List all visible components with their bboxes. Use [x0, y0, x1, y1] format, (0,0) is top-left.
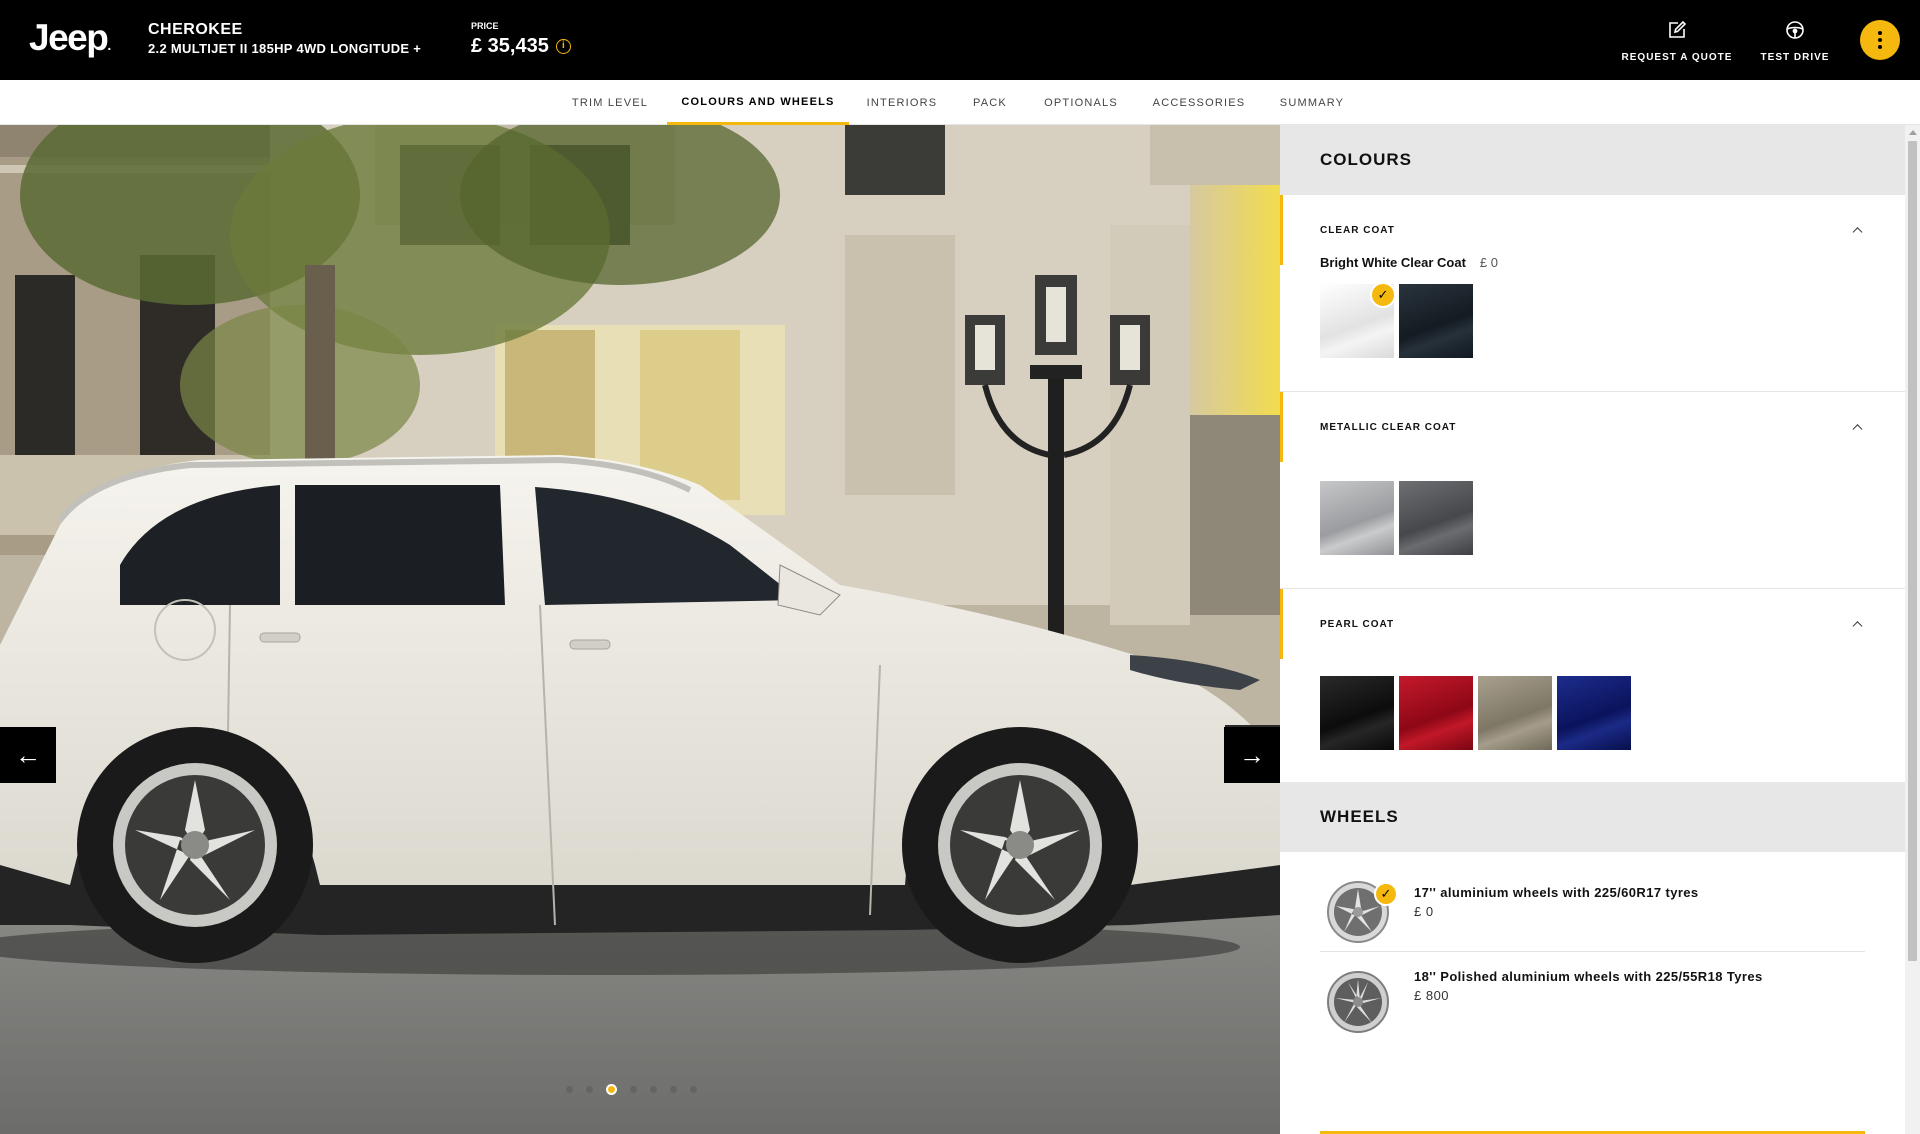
- configurator-tabs: TRIM LEVEL COLOURS AND WHEELS INTERIORS …: [0, 80, 1920, 125]
- colour-swatch[interactable]: [1399, 481, 1473, 555]
- group-title: METALLIC CLEAR COAT: [1320, 421, 1457, 433]
- wheel-thumbnail: [1327, 971, 1389, 1033]
- panel-scrollbar[interactable]: [1905, 125, 1920, 1134]
- vehicle-info: CHEROKEE 2.2 MULTIJET II 185HP 4WD LONGI…: [148, 20, 421, 57]
- steering-wheel-icon: [1785, 20, 1805, 45]
- scroll-up-icon[interactable]: [1909, 130, 1917, 135]
- gallery-dot[interactable]: [670, 1086, 677, 1093]
- request-quote-button[interactable]: REQUEST A QUOTE: [1620, 20, 1734, 64]
- logo-text: Jeep: [29, 17, 109, 58]
- wheels-section-title: WHEELS: [1280, 782, 1905, 852]
- price-label: PRICE: [471, 21, 499, 31]
- wheel-price: £ 0: [1414, 904, 1434, 919]
- tab-interiors[interactable]: INTERIORS: [860, 80, 944, 125]
- colours-section-title: COLOURS: [1280, 125, 1905, 195]
- kebab-menu-icon[interactable]: [1860, 20, 1900, 60]
- tab-pack[interactable]: PACK: [962, 80, 1018, 125]
- tab-accessories[interactable]: ACCESSORIES: [1149, 80, 1249, 125]
- colour-swatch[interactable]: [1478, 676, 1552, 750]
- tab-summary[interactable]: SUMMARY: [1272, 80, 1352, 125]
- arrow-left-icon[interactable]: ←: [0, 727, 56, 783]
- info-icon[interactable]: i: [555, 38, 571, 54]
- wheel-option[interactable]: ✓ 17'' aluminium wheels with 225/60R17 t…: [1320, 852, 1865, 952]
- colour-swatch[interactable]: [1399, 284, 1473, 358]
- price-block: PRICE £ 35,435 i: [471, 21, 571, 57]
- tab-colours-and-wheels[interactable]: COLOURS AND WHEELS: [667, 80, 849, 125]
- edit-icon: [1667, 20, 1687, 45]
- clear-coat-toggle[interactable]: CLEAR COAT: [1280, 195, 1905, 265]
- vehicle-photo: [0, 125, 1280, 1134]
- arrow-right-icon[interactable]: →: [1224, 727, 1280, 783]
- tab-optionals[interactable]: OPTIONALS: [1038, 80, 1124, 125]
- gallery-dot[interactable]: [690, 1086, 697, 1093]
- chevron-up-icon: [1852, 621, 1863, 632]
- colour-swatch[interactable]: [1557, 676, 1631, 750]
- vehicle-name: CHEROKEE: [148, 21, 243, 38]
- chevron-up-icon: [1852, 227, 1863, 238]
- test-drive-label: TEST DRIVE: [1760, 52, 1830, 63]
- checkmark-icon: ✓: [1370, 282, 1396, 308]
- gallery-dot[interactable]: [586, 1086, 593, 1093]
- gallery-dot[interactable]: [630, 1086, 637, 1093]
- colour-swatch[interactable]: ✓: [1320, 282, 1396, 358]
- wheel-name: 17'' aluminium wheels with 225/60R17 tyr…: [1414, 885, 1699, 900]
- vehicle-version: 2.2 MULTIJET II 185HP 4WD LONGITUDE +: [148, 41, 422, 56]
- test-drive-button[interactable]: TEST DRIVE: [1758, 20, 1832, 64]
- price-value: £ 35,435: [471, 35, 549, 57]
- colour-swatch[interactable]: [1320, 676, 1394, 750]
- gallery-dot[interactable]: [650, 1086, 657, 1093]
- metallic-clear-coat-toggle[interactable]: METALLIC CLEAR COAT: [1280, 392, 1905, 462]
- wheel-name: 18'' Polished aluminium wheels with 225/…: [1414, 969, 1763, 984]
- gallery-dot-active[interactable]: [606, 1084, 617, 1095]
- gallery-dot[interactable]: [566, 1086, 573, 1093]
- chevron-up-icon: [1852, 424, 1863, 435]
- tab-trim-level[interactable]: TRIM LEVEL: [560, 80, 660, 125]
- colour-group-pearl-coat: PEARL COAT: [1280, 589, 1905, 782]
- top-header: Jeep. CHEROKEE 2.2 MULTIJET II 185HP 4WD…: [0, 0, 1920, 80]
- colour-swatch[interactable]: [1399, 676, 1473, 750]
- group-title: PEARL COAT: [1320, 618, 1395, 630]
- colour-group-clear-coat: CLEAR COAT Bright White Clear Coat £ 0 ✓: [1280, 195, 1905, 392]
- jeep-logo[interactable]: Jeep.: [29, 17, 112, 65]
- colour-group-metallic-clear-coat: METALLIC CLEAR COAT: [1280, 392, 1905, 589]
- group-title: CLEAR COAT: [1320, 224, 1395, 236]
- options-panel: COLOURS CLEAR COAT Bright White Clear Co…: [1280, 125, 1905, 1134]
- colour-swatch[interactable]: [1320, 481, 1394, 555]
- wheel-option[interactable]: 18'' Polished aluminium wheels with 225/…: [1320, 952, 1865, 1056]
- vehicle-gallery: ← →: [0, 125, 1280, 1134]
- gallery-pagination: [566, 1084, 697, 1095]
- wheel-price: £ 800: [1414, 988, 1450, 1003]
- scrollbar-thumb[interactable]: [1908, 141, 1917, 961]
- pearl-coat-toggle[interactable]: PEARL COAT: [1280, 589, 1905, 659]
- request-quote-label: REQUEST A QUOTE: [1621, 52, 1733, 63]
- checkmark-icon: ✓: [1374, 882, 1398, 906]
